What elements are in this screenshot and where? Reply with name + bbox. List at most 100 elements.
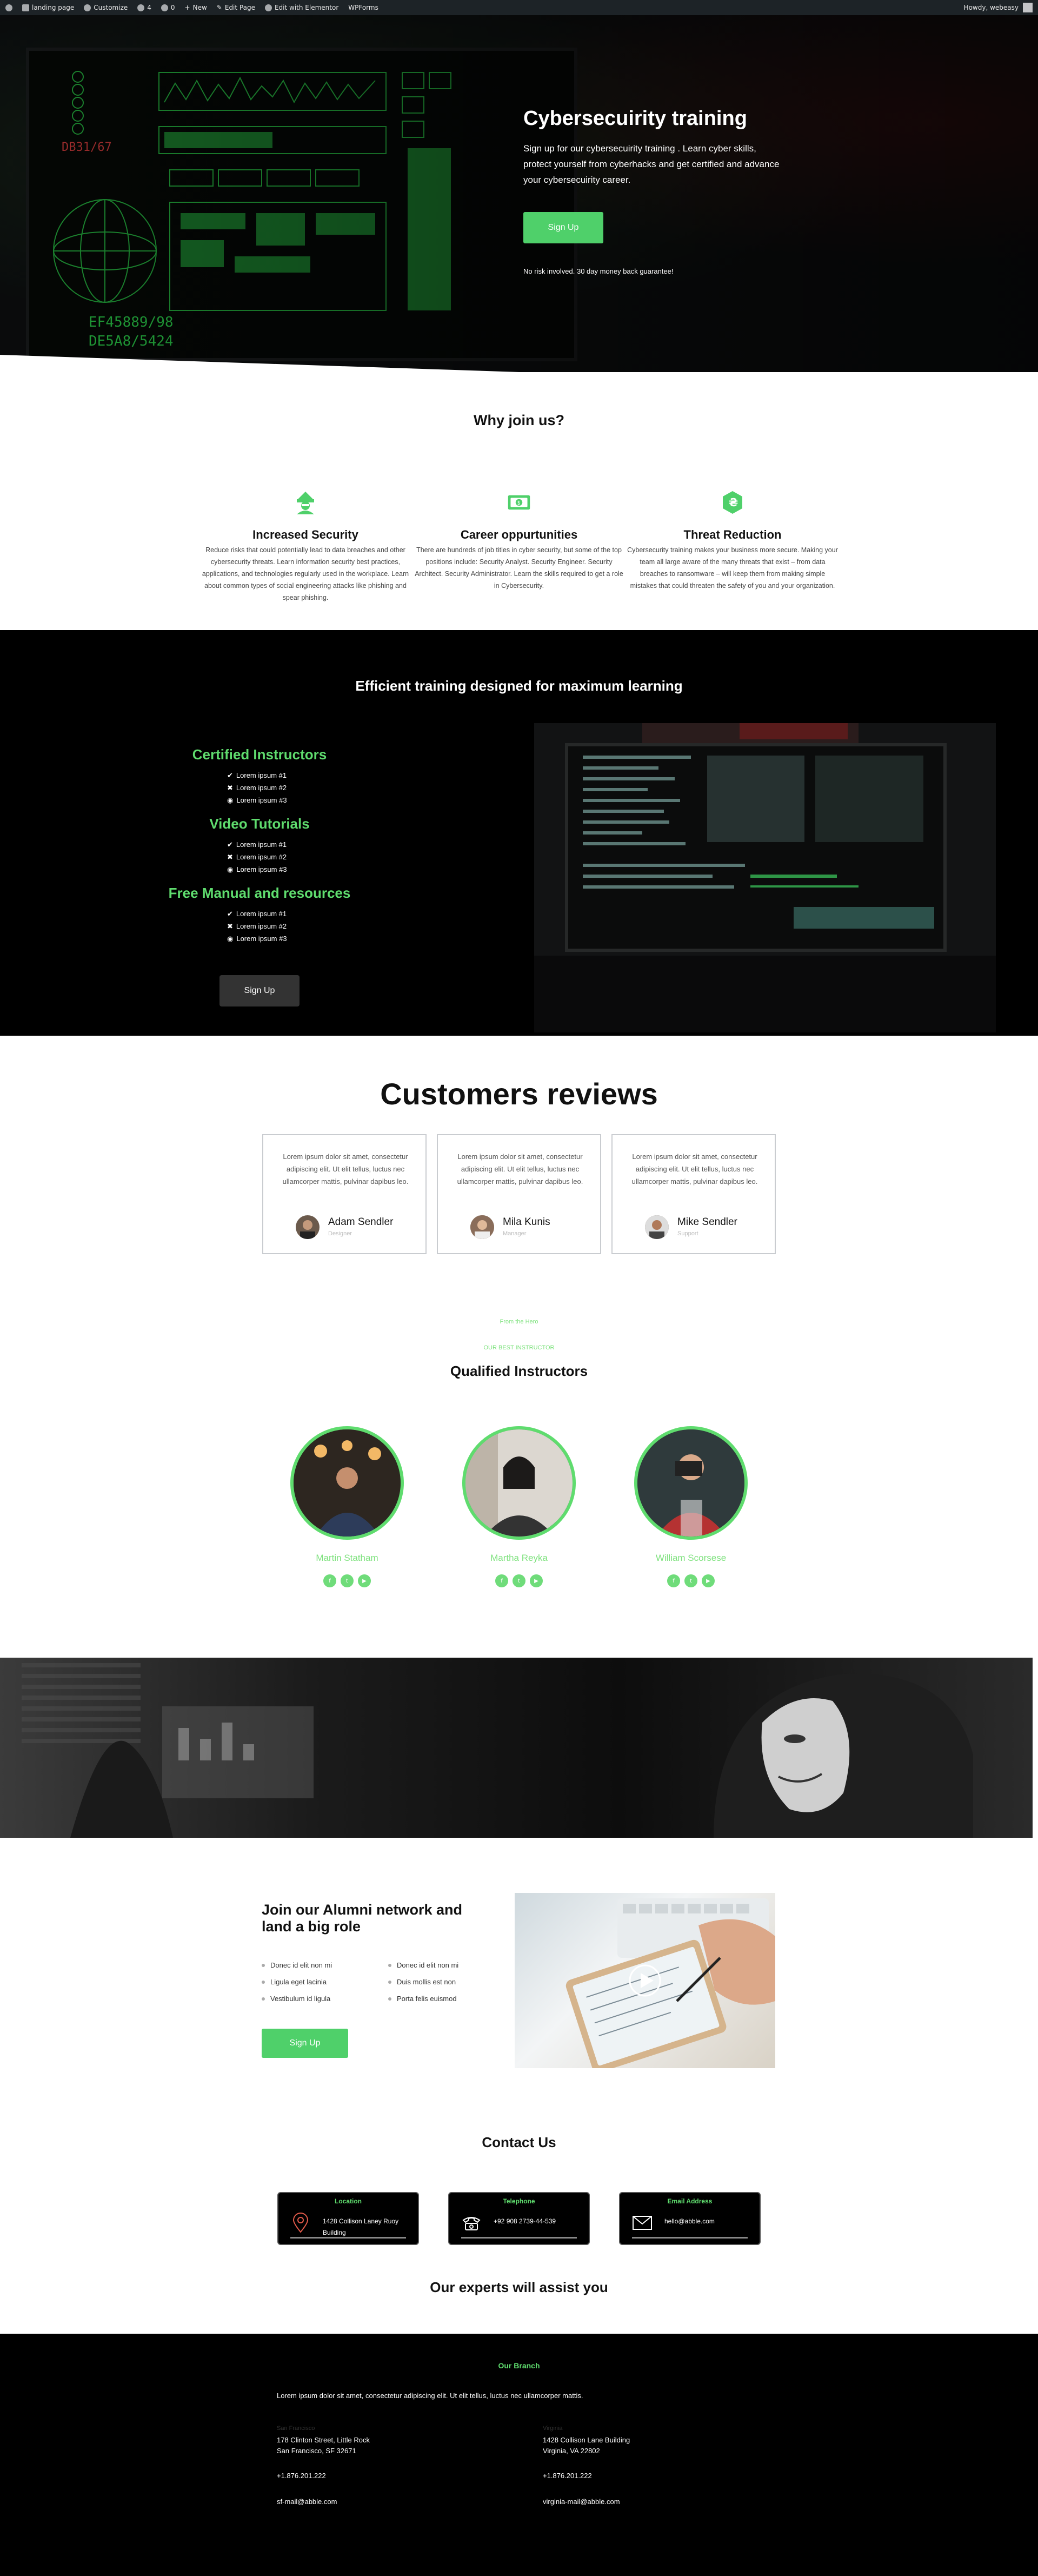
instructors-kicker: From the Hero [500,1319,538,1325]
branch-phone[interactable]: +1.876.201.222 [543,2472,592,2480]
hacker-icon [294,491,317,514]
home-icon [22,4,29,11]
reviewer-name: Mila Kunis [503,1216,550,1228]
branch-label: Virginia [543,2425,563,2432]
instructor-photo [634,1426,748,1540]
hero-signup-button[interactable]: Sign Up [523,212,603,243]
facebook-icon[interactable]: f [495,1574,508,1587]
social-links: f t ▶ [634,1574,748,1587]
branch-address: San Francisco, SF 32671 [277,2447,356,2455]
pencil-icon: ✎ [216,4,222,11]
bullet-icon [388,1980,391,1984]
review-text: Lorem ipsum dolor sit amet, consectetur … [282,1153,409,1186]
admin-bar-wpforms[interactable]: WPForms [348,4,378,11]
admin-bar-new[interactable]: + New [185,4,207,11]
wp-logo-icon[interactable] [5,4,12,11]
list-item: Donec id elit non mi [388,1957,458,1974]
admin-bar-elementor[interactable]: Edit with Elementor [264,4,338,11]
youtube-icon[interactable]: ▶ [358,1574,371,1587]
list-item: Duis mollis est non [388,1974,458,1990]
bullet-icon [262,1963,265,1967]
contact-subtitle: Our experts will assist you [430,2279,608,2295]
feature-title: Threat Reduction [683,528,782,541]
envelope-icon [632,2213,653,2233]
list-item: ✖ Lorem ipsum #2 [227,851,287,863]
branch-address: 1428 Collison Lane Building [543,2436,630,2444]
instructor-card: Martha Reyka f t ▶ [462,1426,576,1587]
youtube-icon[interactable]: ▶ [702,1574,715,1587]
social-links: f t ▶ [290,1574,404,1587]
list-item: Vestibulum id ligula [262,1990,332,2007]
svg-text:₴: ₴ [729,496,738,509]
contact-text: hello@abble.com [664,2217,715,2225]
youtube-icon[interactable]: ▶ [530,1574,543,1587]
list-item: ✔ Lorem ipsum #1 [227,908,287,920]
list-item: Ligula eget lacinia [262,1974,332,1990]
branch-email[interactable]: sf-mail@abble.com [277,2498,337,2506]
review-card: Lorem ipsum dolor sit amet, consectetur … [611,1134,776,1254]
brush-icon [84,4,91,11]
facebook-icon[interactable]: f [667,1574,680,1587]
avatar [296,1215,320,1239]
close-icon: ✖ [227,853,233,861]
list-item: ✖ Lorem ipsum #2 [227,920,287,932]
training-signup-button[interactable]: Sign Up [219,975,300,1006]
admin-bar-customize[interactable]: Customize [84,4,128,11]
training-group-title: Free Manual and resources [168,885,351,901]
instructor-card: Martin Statham f t ▶ [290,1426,404,1587]
instructors-subtitle: OUR BEST INSTRUCTOR [483,1345,555,1351]
check-icon: ✔ [227,771,233,779]
comment-icon [161,4,168,11]
admin-bar-edit-page[interactable]: ✎ Edit Page [217,4,255,11]
twitter-icon[interactable]: t [341,1574,354,1587]
admin-bar: landing page Customize 4 0 + New ✎ Edit Pa… [0,0,1038,15]
contact-label: Telephone [503,2197,535,2205]
admin-bar-comments[interactable]: 0 [161,4,175,11]
alumni-signup-button[interactable]: Sign Up [262,2029,348,2058]
feature-increased-security: Increased Security Reduce risks that cou… [200,491,411,604]
footer-intro: Lorem ipsum dolor sit amet, consectetur … [277,2392,583,2400]
training-list: ✔ Lorem ipsum #1 ✖ Lorem ipsum #2 ◉ Lorem i… [227,769,287,806]
admin-bar-updates[interactable]: 4 [137,4,151,11]
contact-text: +92 908 2739-44-539 [494,2217,556,2225]
contact-card-telephone: Telephone +92 908 2739-44-539 [448,2192,590,2245]
twitter-icon[interactable]: t [684,1574,697,1587]
reviewer-role: Manager [503,1230,527,1237]
admin-bar-site[interactable]: landing page [22,4,74,11]
list-item: ◉ Lorem ipsum #3 [227,794,287,806]
dot-circle-icon: ◉ [227,935,234,943]
check-icon: ✔ [227,910,233,918]
training-group-title: Certified Instructors [192,746,327,763]
feature-title: Career oppurtunities [460,528,578,541]
avatar [470,1215,494,1239]
admin-bar-account[interactable]: Howdy, webeasy [964,3,1033,12]
branch-address: Virginia, VA 22802 [543,2447,600,2455]
feature-title: Increased Security [252,528,358,541]
plus-icon: + [184,4,190,11]
instructor-name: Martin Statham [316,1553,378,1563]
list-item: ◉ Lorem ipsum #3 [227,932,287,945]
map-pin-icon [290,2213,311,2233]
review-text: Lorem ipsum dolor sit amet, consectetur … [457,1153,583,1186]
branch-phone[interactable]: +1.876.201.222 [277,2472,326,2480]
list-item: ✔ Lorem ipsum #1 [227,838,287,851]
contact-text: 1428 Collison Laney Ruoy Building [323,2217,399,2236]
list-item: ✖ Lorem ipsum #2 [227,782,287,794]
bullet-icon [262,1980,265,1984]
training-list: ✔ Lorem ipsum #1 ✖ Lorem ipsum #2 ◉ Lorem i… [227,838,287,876]
review-text: Lorem ipsum dolor sit amet, consectetur … [631,1153,758,1186]
branch-email[interactable]: virginia-mail@abble.com [543,2498,620,2506]
elementor-icon [264,4,272,11]
bullet-icon [388,1963,391,1967]
feature-text: Reduce risks that could potentially lead… [202,546,409,601]
hero-description: Sign up for our cybersecuirity training … [523,143,780,185]
facebook-icon[interactable]: f [323,1574,336,1587]
reviews-title: Customers reviews [380,1077,658,1111]
list-item: Porta felis euismod [388,1990,458,2007]
avatar [1023,3,1033,12]
twitter-icon[interactable]: t [513,1574,525,1587]
list-item: ◉ Lorem ipsum #3 [227,863,287,876]
refresh-icon [137,4,145,11]
review-card: Lorem ipsum dolor sit amet, consectetur … [262,1134,427,1254]
footer [0,2334,1038,2576]
